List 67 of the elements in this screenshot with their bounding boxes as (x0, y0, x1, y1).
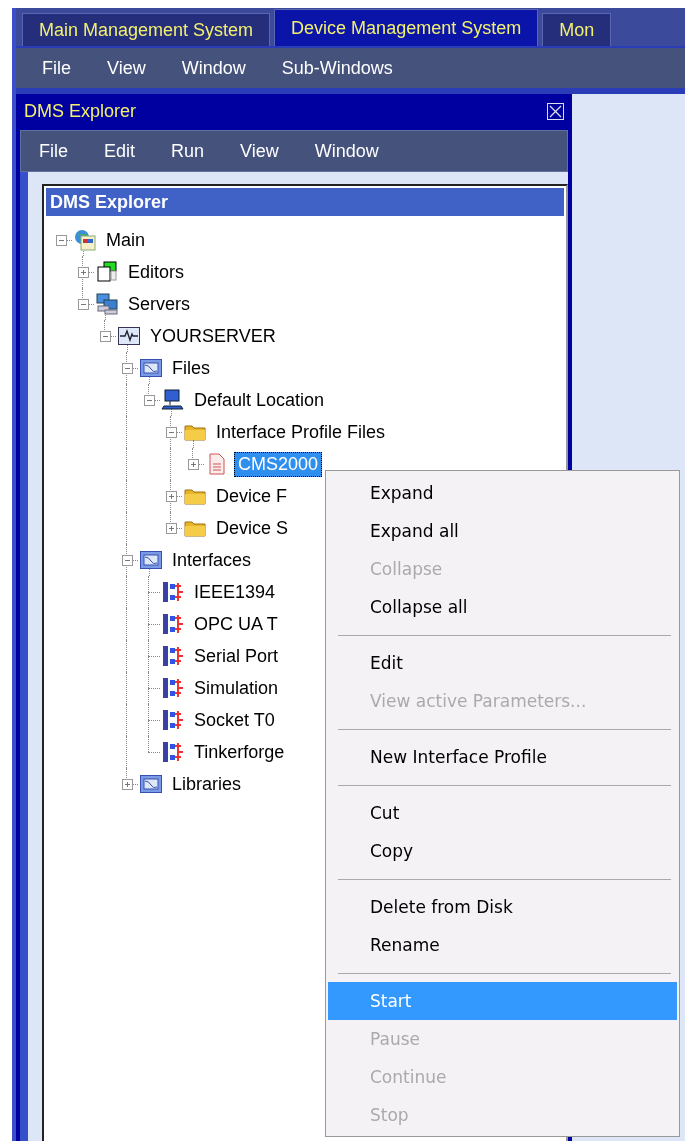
network-icon (161, 612, 185, 636)
menu-item[interactable]: Expand (328, 474, 677, 512)
close-icon[interactable] (547, 102, 564, 120)
chart-window-icon (139, 356, 163, 380)
tree-item[interactable]: Main (102, 227, 149, 253)
menu-item[interactable]: File (21, 140, 86, 162)
tree-item[interactable]: Tinkerforge (190, 739, 289, 765)
servers-icon (95, 292, 119, 316)
tree-item[interactable]: OPC UA T (190, 611, 282, 637)
menu-item[interactable]: View (222, 140, 297, 162)
tree-item[interactable]: Socket T0 (190, 707, 279, 733)
chart-window-icon (139, 772, 163, 796)
menu-item[interactable]: Sub-Windows (263, 57, 411, 79)
network-icon (161, 644, 185, 668)
tree-item[interactable]: Files (168, 355, 214, 381)
expand-toggle[interactable] (121, 554, 133, 566)
network-icon (161, 740, 185, 764)
menu-item[interactable]: Window (296, 140, 397, 162)
menu-item[interactable]: Edit (328, 644, 677, 682)
expand-toggle[interactable] (77, 266, 89, 278)
network-icon (161, 708, 185, 732)
tree-item[interactable]: Interfaces (168, 547, 256, 573)
tree-item[interactable]: Default Location (190, 387, 329, 413)
menu-item[interactable]: Rename (328, 926, 677, 964)
tab[interactable]: Mon (542, 13, 612, 46)
menu-item[interactable]: File (24, 57, 89, 79)
waveform-icon (117, 324, 141, 348)
expand-toggle[interactable] (165, 522, 177, 534)
tree-item[interactable]: Servers (124, 291, 194, 317)
expand-toggle[interactable] (77, 298, 89, 310)
menu-item[interactable]: Edit (86, 140, 154, 162)
menu-item[interactable]: Delete from Disk (328, 888, 677, 926)
tree-item[interactable]: YOURSERVER (146, 323, 280, 349)
tree-item[interactable]: Simulation (190, 675, 283, 701)
expand-toggle[interactable] (121, 778, 133, 790)
tree-item[interactable]: IEEE1394 (190, 579, 280, 605)
tree-item[interactable]: Device S (212, 515, 293, 541)
menu-item[interactable]: View (89, 57, 164, 79)
tree-item[interactable]: Editors (124, 259, 189, 285)
menu-item[interactable]: Copy (328, 832, 677, 870)
menu-item[interactable]: New Interface Profile (328, 738, 677, 776)
menu-item[interactable]: Cut (328, 794, 677, 832)
tree-item[interactable]: Device F (212, 483, 291, 509)
expand-toggle[interactable] (99, 330, 111, 342)
windows-icon (95, 260, 119, 284)
expand-toggle[interactable] (187, 458, 199, 470)
tree-item[interactable]: Interface Profile Files (212, 419, 390, 445)
tab[interactable]: Main Management System (22, 13, 271, 46)
tree-item[interactable]: Libraries (168, 771, 246, 797)
tab[interactable]: Device Management System (274, 9, 539, 46)
menu-item[interactable]: Window (163, 57, 264, 79)
panel-title: DMS Explorer (24, 100, 137, 122)
tree-item[interactable]: Serial Port (190, 643, 283, 669)
computer-icon (161, 388, 185, 412)
menu-item[interactable]: Collapse all (328, 588, 677, 626)
window-globe-icon (73, 228, 97, 252)
expand-toggle[interactable] (165, 490, 177, 502)
chart-window-icon (139, 548, 163, 572)
expand-toggle[interactable] (121, 362, 133, 374)
expand-toggle[interactable] (55, 234, 67, 246)
menu-item[interactable]: Expand all (328, 512, 677, 550)
expand-toggle[interactable] (165, 426, 177, 438)
tree-header: DMS Explorer (46, 188, 564, 216)
menu-item[interactable]: Run (153, 140, 223, 162)
network-icon (161, 676, 185, 700)
expand-toggle[interactable] (143, 394, 155, 406)
network-icon (161, 580, 185, 604)
